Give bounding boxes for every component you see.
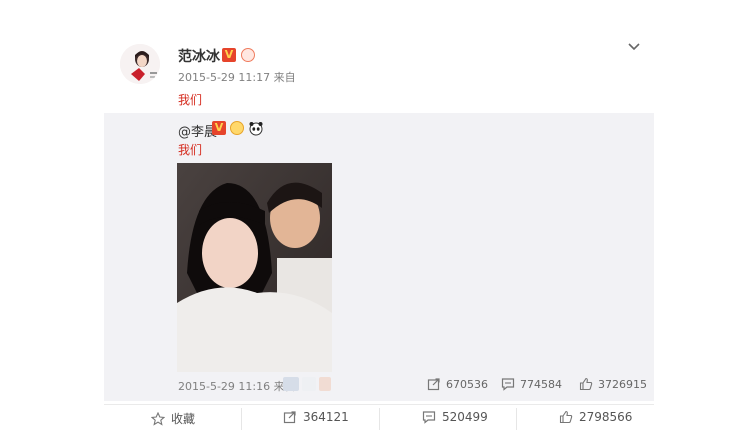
star-icon	[151, 411, 165, 426]
repost-text: 我们	[178, 143, 203, 157]
like-count: 2798566	[579, 410, 633, 424]
post-text: 我们	[178, 93, 203, 107]
comment-icon	[422, 411, 436, 424]
blurred-source	[302, 377, 316, 391]
divider	[241, 408, 242, 430]
post-meta: 2015-5-29 11:17 来自	[178, 69, 296, 85]
reposts-count: 670536	[446, 377, 488, 391]
like-button[interactable]: 2798566	[559, 410, 632, 424]
favorite-label: 收藏	[171, 412, 196, 426]
repost-stat-likes[interactable]: 3726915	[579, 377, 647, 391]
divider	[516, 408, 517, 430]
blurred-source	[283, 377, 299, 391]
repost-stat-reposts[interactable]: 670536	[427, 377, 488, 391]
chevron-down-icon[interactable]	[626, 39, 642, 55]
comment-icon	[501, 378, 515, 391]
repost-icon	[283, 411, 296, 424]
avatar[interactable]	[120, 44, 160, 84]
repost-timestamp[interactable]: 2015-5-29 11:16	[178, 380, 270, 393]
comment-count: 520499	[442, 410, 488, 424]
repost-stat-comments[interactable]: 774584	[501, 377, 562, 391]
thumbs-up-icon	[579, 377, 593, 391]
source-label: 来自	[273, 71, 296, 84]
post-photo[interactable]	[177, 163, 332, 372]
verified-v-badge-icon[interactable]: V	[212, 121, 226, 135]
repost-meta: 2015-5-29 11:16 来自	[178, 378, 296, 394]
favorite-button[interactable]: 收藏	[151, 410, 195, 427]
divider	[379, 408, 380, 430]
thumbs-up-icon	[559, 410, 573, 424]
panda-emoji-icon	[249, 122, 263, 136]
member-crown-badge-icon[interactable]	[230, 121, 244, 135]
comment-button[interactable]: 520499	[422, 410, 488, 424]
comments-count: 774584	[520, 377, 562, 391]
repost-icon	[427, 378, 440, 391]
likes-count: 3726915	[598, 377, 647, 391]
repost-count: 364121	[303, 410, 349, 424]
blurred-source	[319, 377, 331, 391]
member-badge-icon[interactable]	[241, 48, 255, 62]
author-name[interactable]: 范冰冰	[178, 46, 220, 66]
verified-v-badge-icon[interactable]: V	[222, 48, 236, 62]
post-timestamp[interactable]: 2015-5-29 11:17	[178, 71, 270, 84]
repost-button[interactable]: 364121	[283, 410, 349, 424]
